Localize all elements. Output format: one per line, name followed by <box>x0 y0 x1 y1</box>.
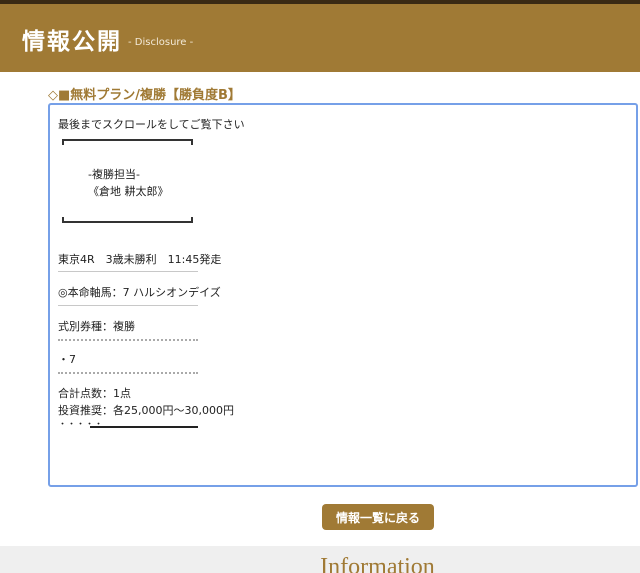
trailing-dots: ・・・・・ <box>58 420 104 430</box>
separator-line <box>58 305 198 306</box>
page-subtitle: - Disclosure - <box>128 37 194 48</box>
plan-title: ◇■無料プラン/複勝【勝負度B】 <box>48 88 241 103</box>
total-points: 合計点数：1点 <box>58 387 131 400</box>
bracket-bottom <box>62 217 193 223</box>
investment-recommendation: 投資推奨：各25,000円〜30,000円 <box>58 404 234 417</box>
dotted-separator <box>58 372 198 374</box>
scroll-instruction: 最後までスクロールをしてご覧下さい <box>58 118 245 131</box>
dotted-separator <box>58 339 198 341</box>
cut-off-rule <box>90 426 198 428</box>
author-role: -複勝担当- <box>88 168 140 181</box>
back-to-list-button[interactable]: 情報一覧に戻る <box>322 504 434 530</box>
page-title: 情報公開 <box>22 29 122 55</box>
page-header: 情報公開 - Disclosure - <box>0 0 640 72</box>
information-heading: Information <box>320 554 435 573</box>
separator-line <box>58 271 198 272</box>
bracket-top <box>62 139 193 145</box>
disclosure-content-box[interactable]: 最後までスクロールをしてご覧下さい -複勝担当- 《倉地 耕太郎》 東京4R 3… <box>48 103 638 487</box>
information-section: Information <box>0 546 640 573</box>
main-horse: ◎本命軸馬：7 ハルシオンデイズ <box>58 286 221 299</box>
author-name: 《倉地 耕太郎》 <box>88 185 169 198</box>
pick-number: ・7 <box>58 353 76 366</box>
bet-type: 式別券種：複勝 <box>58 320 135 333</box>
race-info: 東京4R 3歳未勝利 11:45発走 <box>58 253 222 266</box>
